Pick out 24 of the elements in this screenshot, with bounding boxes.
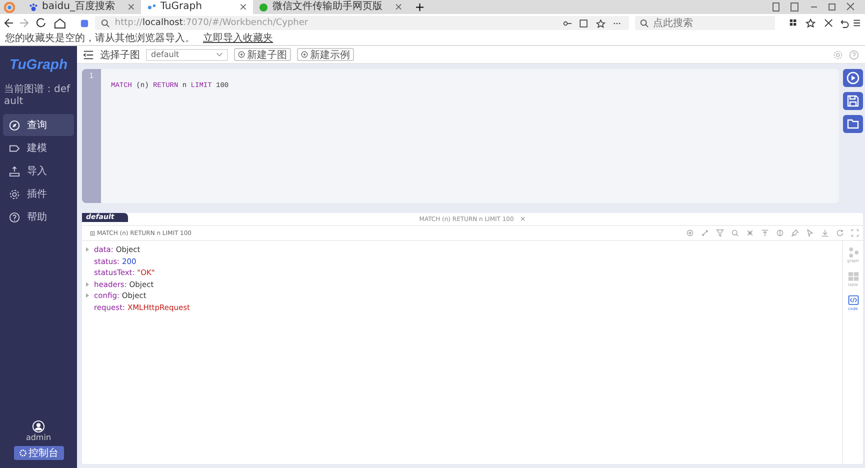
browser-tab[interactable]: 微信文件传输助手网页版 × — [253, 0, 409, 14]
close-tab-button[interactable]: × — [394, 2, 403, 12]
bookmarks-notice: 您的收藏夹是空的，请从其他浏览器导入。 — [5, 32, 195, 45]
current-graph-label: 当前图谱：default — [4, 84, 72, 108]
close-tab-button[interactable]: × — [126, 2, 136, 12]
close-tab-button[interactable]: × — [238, 2, 248, 12]
browser-tab[interactable]: baidu_百度搜索 × — [23, 0, 142, 14]
subgraph-select[interactable]: default — [146, 48, 228, 60]
browser-tab[interactable]: TuGraph × — [141, 0, 254, 14]
sidebar-item[interactable]: 导入 — [3, 160, 74, 182]
sidebar-item[interactable]: 建模 — [3, 137, 74, 159]
toolbar-button[interactable]: 新建示例 — [297, 48, 354, 61]
sidebar-item[interactable]: 查询 — [3, 114, 74, 136]
new-tab-button[interactable]: + — [408, 0, 431, 14]
address-bar[interactable]: http://localhost:7070/#/Workbench/Cypher — [94, 16, 630, 30]
logo: TuGraph — [8, 56, 69, 72]
console-button[interactable]: 控制台 — [14, 446, 64, 460]
sidebar-item[interactable]: 帮助 — [3, 206, 74, 228]
toolbar-button[interactable]: 新建子图 — [234, 48, 291, 61]
sidebar-item[interactable]: 插件 — [3, 183, 74, 205]
username: admin — [24, 433, 52, 442]
search-field[interactable]: 点此搜索 — [635, 16, 776, 30]
import-bookmarks-link[interactable]: 立即导入收藏夹 — [203, 32, 273, 45]
subgraph-label: 选择子图 — [100, 48, 140, 62]
